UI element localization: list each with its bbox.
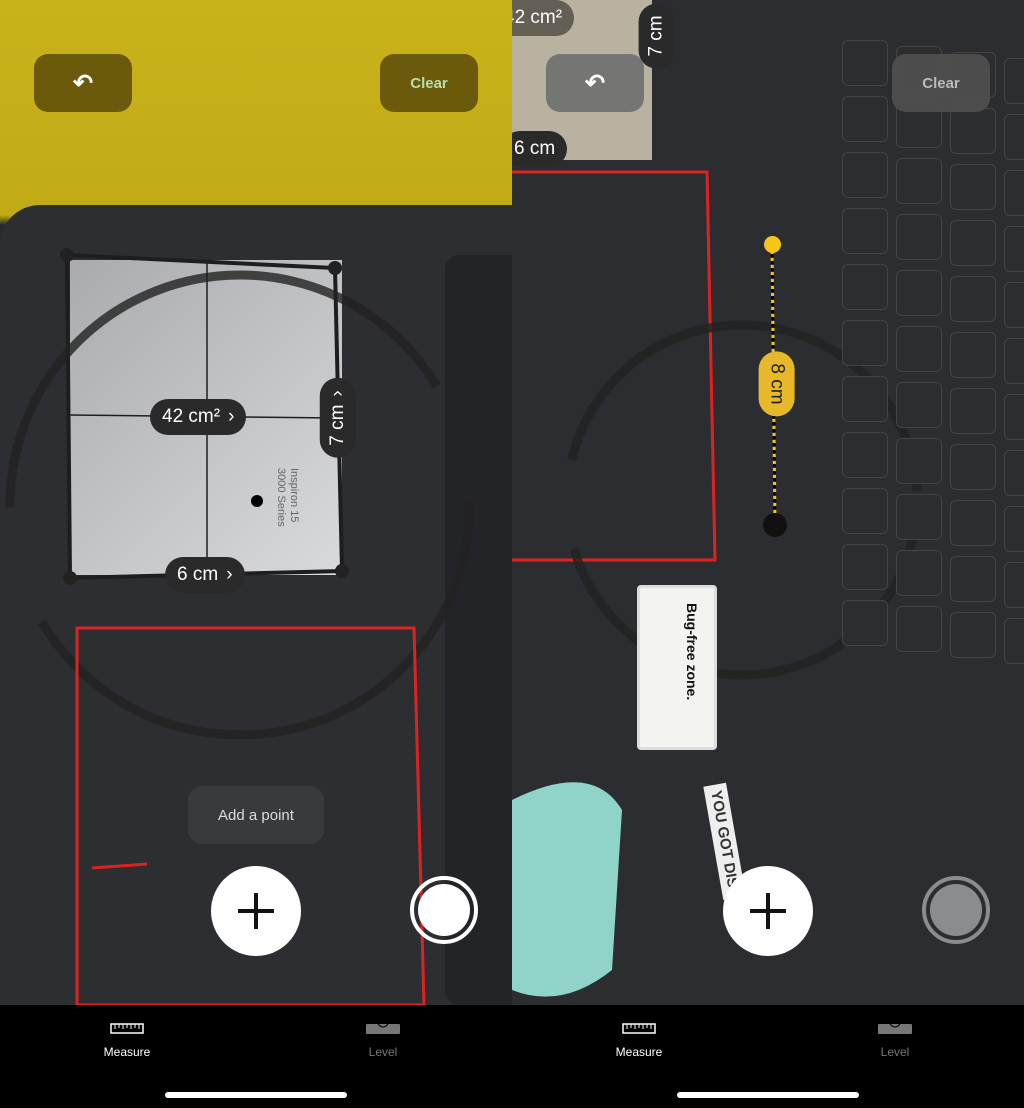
- keyboard-key: [842, 208, 888, 254]
- keyboard-key: [842, 600, 888, 646]
- line-value: 8 cm: [766, 363, 788, 405]
- undo-arrow-icon: ↶: [72, 69, 94, 97]
- chevron-right-icon: ›: [226, 564, 233, 585]
- keyboard-key: [1004, 58, 1024, 104]
- clear-button[interactable]: Clear: [380, 54, 478, 112]
- keyboard-key: [950, 164, 996, 210]
- shutter-icon: [930, 884, 982, 936]
- plus-icon: [238, 893, 274, 929]
- keyboard-key: [842, 544, 888, 590]
- keyboard-key: [1004, 618, 1024, 664]
- keyboard-key: [950, 388, 996, 434]
- keyboard-key: [896, 382, 942, 428]
- reticle-center-dot: [251, 495, 263, 507]
- keyboard-key: [896, 214, 942, 260]
- keyboard-key: [896, 158, 942, 204]
- add-point-button[interactable]: [211, 866, 301, 956]
- keyboard-key: [1004, 450, 1024, 496]
- keyboard-key: [1004, 562, 1024, 608]
- undo-arrow-icon: ↶: [584, 69, 606, 97]
- tab-label: Measure: [103, 1045, 151, 1059]
- keyboard-key: [896, 606, 942, 652]
- keyboard-key: [950, 108, 996, 154]
- bug-free-sticker: Bug-free zone.: [637, 585, 717, 750]
- keyboard-key: [896, 270, 942, 316]
- width-measurement-label[interactable]: 6 cm ›: [165, 557, 245, 593]
- height-measurement-label[interactable]: 7 cm ›: [319, 378, 356, 458]
- clear-label: Clear: [410, 74, 448, 92]
- height-value: 7 cm: [326, 404, 348, 446]
- undo-button[interactable]: ↶: [34, 54, 132, 112]
- keyboard-key: [896, 438, 942, 484]
- keyboard-key: [896, 494, 942, 540]
- keyboard-key: [842, 264, 888, 310]
- keyboard-key: [1004, 170, 1024, 216]
- area-measurement-label[interactable]: 42 cm² ›: [150, 399, 247, 435]
- keyboard-key: [950, 276, 996, 322]
- keyboard-key: [842, 40, 888, 86]
- plus-icon: [750, 893, 786, 929]
- sticker-text: Bug-free zone.: [684, 603, 700, 701]
- capture-button[interactable]: [410, 876, 478, 944]
- keyboard-key: [1004, 282, 1024, 328]
- keyboard-key: [950, 220, 996, 266]
- chevron-right-icon: ›: [228, 406, 235, 427]
- keyboard-key: [896, 326, 942, 372]
- camera-view: Inspiron 15 3000 Series 42 cm² › 7 cm › 6 …: [0, 0, 512, 1005]
- keyboard-key: [950, 332, 996, 378]
- keyboard-key: [1004, 506, 1024, 552]
- corner-point[interactable]: [63, 571, 77, 585]
- capture-button[interactable]: [922, 876, 990, 944]
- shutter-icon: [418, 884, 470, 936]
- keyboard-key: [842, 320, 888, 366]
- keyboard-key: [950, 444, 996, 490]
- clear-label: Clear: [922, 74, 960, 92]
- keyboard-key: [1004, 394, 1024, 440]
- line-measurement-label[interactable]: 8 cm: [758, 351, 795, 417]
- keyboard-key: [950, 556, 996, 602]
- keyboard-key: [896, 550, 942, 596]
- clear-button[interactable]: Clear: [892, 54, 990, 112]
- keyboard-key: [950, 612, 996, 658]
- tab-bar: Measure Level: [512, 1005, 1024, 1108]
- home-indicator[interactable]: [165, 1092, 347, 1098]
- keyboard-key: [842, 152, 888, 198]
- area-value: 42 cm²: [162, 406, 221, 427]
- keyboard-key: [950, 500, 996, 546]
- keyboard-key: [842, 376, 888, 422]
- corner-point[interactable]: [328, 261, 342, 275]
- undo-button[interactable]: ↶: [546, 54, 644, 112]
- home-indicator[interactable]: [677, 1092, 859, 1098]
- tab-level[interactable]: Level: [835, 1023, 955, 1059]
- corner-point[interactable]: [335, 564, 349, 578]
- tab-label: Measure: [615, 1045, 663, 1059]
- keyboard-key: [1004, 226, 1024, 272]
- line-end-point[interactable]: [763, 513, 787, 537]
- corner-point[interactable]: [60, 248, 74, 262]
- level-icon: [366, 1023, 400, 1034]
- tab-level[interactable]: Level: [323, 1023, 443, 1059]
- keyboard-key: [842, 96, 888, 142]
- tab-label: Level: [368, 1045, 398, 1059]
- keyboard-key: [1004, 338, 1024, 384]
- width-value: 6 cm: [177, 564, 219, 585]
- camera-view: 42 cm² 7 cm 6 cm 8 cm Bug-free zone. YOU…: [512, 0, 1024, 1005]
- hint-toast: Add a point: [188, 786, 324, 844]
- level-icon: [878, 1023, 912, 1034]
- add-point-button[interactable]: [723, 866, 813, 956]
- scene-shapes: [512, 170, 922, 997]
- line-start-point[interactable]: [764, 236, 781, 253]
- tab-measure[interactable]: Measure: [67, 1023, 187, 1059]
- tab-measure[interactable]: Measure: [579, 1023, 699, 1059]
- measure-screen-area: Inspiron 15 3000 Series 42 cm² › 7 cm › 6 …: [0, 0, 512, 1108]
- ruler-icon: [622, 1023, 656, 1034]
- tab-bar: Measure Level: [0, 1005, 512, 1108]
- keyboard-key: [842, 432, 888, 478]
- measure-screen-line: 42 cm² 7 cm 6 cm 8 cm Bug-free zone. YOU…: [512, 0, 1024, 1108]
- keyboard-key: [1004, 114, 1024, 160]
- tab-label: Level: [880, 1045, 910, 1059]
- chevron-right-icon: ›: [326, 390, 348, 397]
- keyboard-key: [842, 488, 888, 534]
- ruler-icon: [110, 1023, 144, 1034]
